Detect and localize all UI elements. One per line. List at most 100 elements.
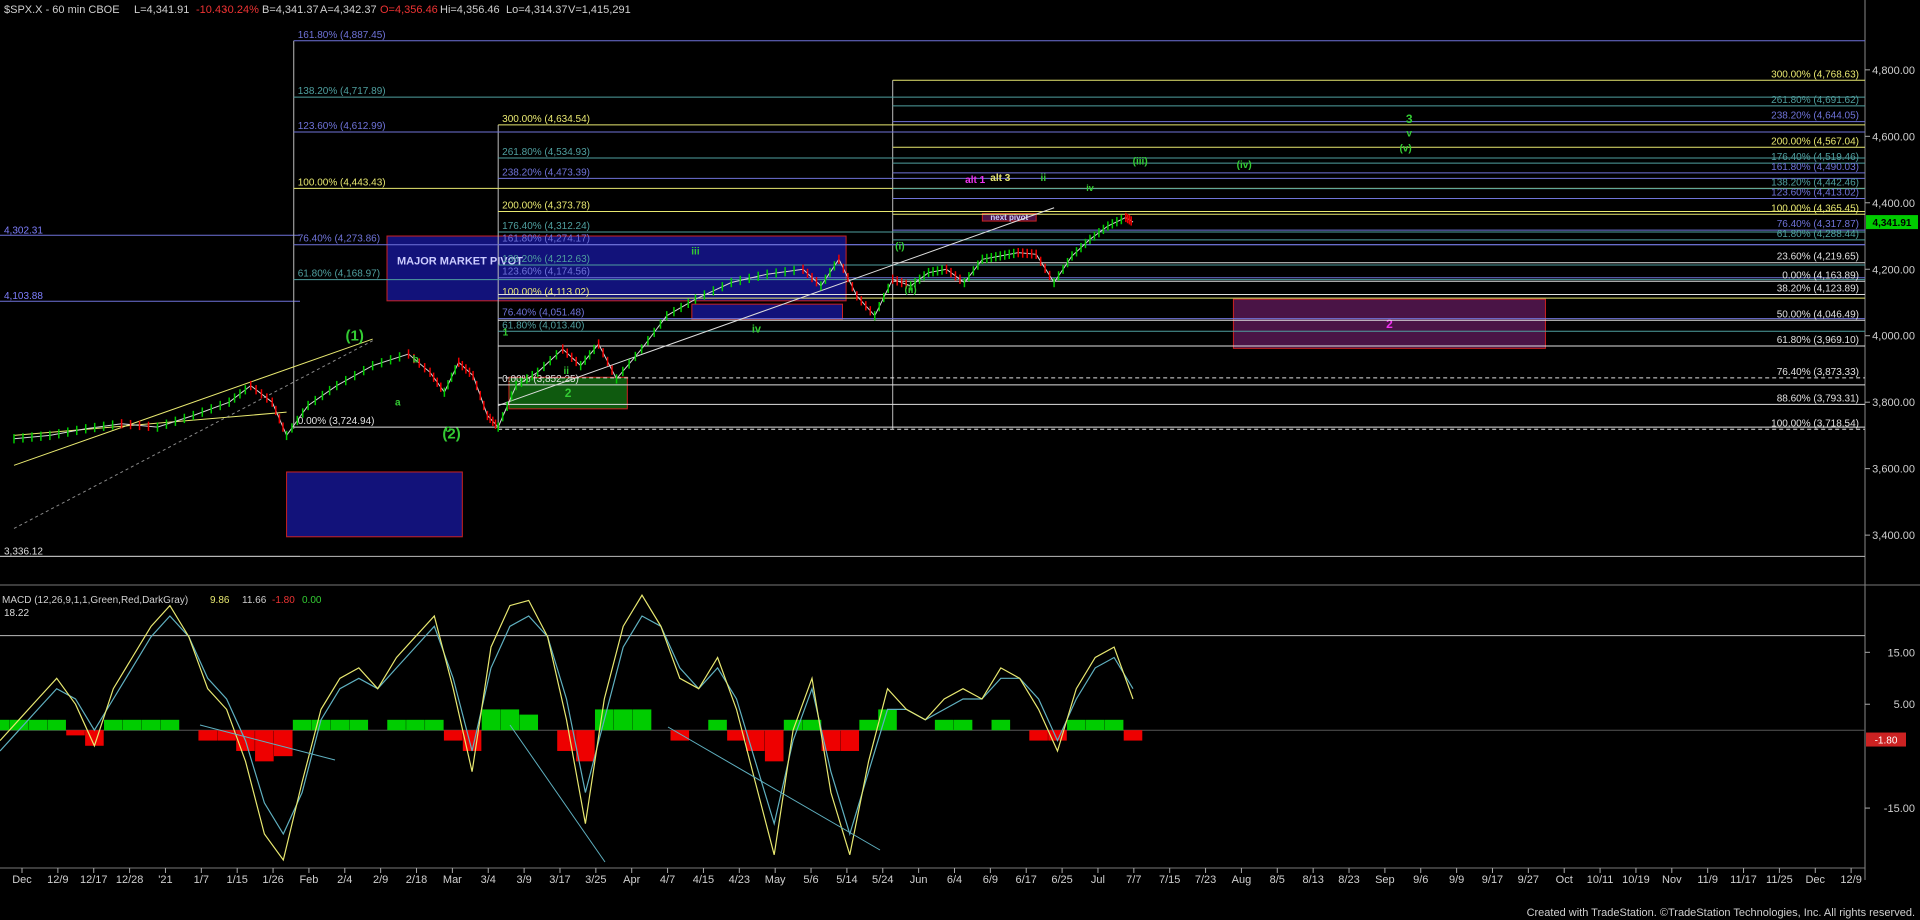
fib-label: 138.20% (4,212.63) bbox=[502, 254, 590, 265]
macd-hist-bar bbox=[141, 719, 161, 731]
x-tick-label: 3/17 bbox=[549, 874, 570, 886]
macd-hist-bar bbox=[576, 730, 595, 762]
x-tick-label: 12/9 bbox=[47, 874, 68, 886]
left-level-label: 4,302.31 bbox=[4, 225, 43, 236]
macd-hist-bar bbox=[47, 719, 66, 731]
wave-label: ii bbox=[1041, 173, 1047, 184]
macd-hist-bar bbox=[330, 719, 350, 731]
x-tick-label: 12/17 bbox=[80, 874, 108, 886]
symbol-label: $SPX.X - 60 min CBOE bbox=[4, 4, 120, 16]
macd-hist-bar bbox=[764, 730, 784, 762]
wave-label: 1 bbox=[503, 328, 509, 339]
y-tick-label: 4,000.00 bbox=[1872, 331, 1915, 343]
wave-label: (iii) bbox=[1133, 157, 1148, 168]
macd-hist-bar bbox=[292, 719, 312, 731]
x-tick-label: 4/23 bbox=[729, 874, 750, 886]
macd-hist-bar bbox=[122, 719, 142, 731]
x-tick-label: 9/9 bbox=[1449, 874, 1464, 886]
fib-label: 61.80% (4,013.40) bbox=[502, 320, 584, 331]
macd-hist-bar bbox=[273, 730, 293, 757]
macd-value: 11.66 bbox=[242, 595, 267, 606]
zone-box bbox=[691, 303, 843, 320]
macd-hist-bar bbox=[1029, 730, 1048, 741]
x-tick-label: 5/6 bbox=[803, 874, 818, 886]
x-tick-label: 6/9 bbox=[983, 874, 998, 886]
x-tick-label: Dec bbox=[1805, 874, 1825, 886]
x-tick-label: 1/7 bbox=[194, 874, 209, 886]
zone-box bbox=[386, 235, 847, 302]
macd-hist-bar bbox=[66, 730, 85, 736]
fib-label: 0.00% (3,724.94) bbox=[298, 416, 375, 427]
low-price: Lo=4,314.37 bbox=[506, 4, 567, 16]
x-tick-label: 8/5 bbox=[1270, 874, 1285, 886]
wave-label: (1) bbox=[346, 328, 364, 345]
x-tick-label: 5/14 bbox=[836, 874, 857, 886]
fib-label: 261.80% (4,691.62) bbox=[1771, 95, 1859, 106]
fib-label: 138.20% (4,717.89) bbox=[298, 86, 386, 97]
x-tick-label: Dec bbox=[12, 874, 32, 886]
wave-label: alt 1 bbox=[965, 175, 985, 186]
chart-background bbox=[0, 0, 1920, 920]
fib-label: 61.80% (3,969.10) bbox=[1777, 335, 1859, 346]
fib-label: 161.80% (4,490.03) bbox=[1771, 162, 1859, 173]
wave-label: 3 bbox=[1406, 112, 1413, 126]
macd-hist-bar bbox=[859, 719, 878, 731]
macd-value: 9.86 bbox=[210, 595, 230, 606]
x-tick-label: Nov bbox=[1662, 874, 1682, 886]
macd-hist-bar bbox=[519, 714, 539, 731]
fib-label: 100.00% (4,113.02) bbox=[502, 287, 589, 298]
macd-title: MACD (12,26,9,1,1,Green,Red,DarkGray) bbox=[2, 595, 188, 606]
fib-label: 238.20% (4,644.05) bbox=[1771, 111, 1859, 122]
x-tick-label: 6/4 bbox=[947, 874, 962, 886]
macd-hist-bar bbox=[1067, 719, 1086, 731]
macd-hist-bar bbox=[632, 709, 652, 731]
x-tick-label: 12/28 bbox=[116, 874, 144, 886]
macd-current-label: -1.80 bbox=[1875, 736, 1898, 747]
macd-hist-bar bbox=[840, 730, 860, 751]
x-tick-label: Jul bbox=[1091, 874, 1105, 886]
open-price: O=4,356.46 bbox=[380, 4, 438, 16]
macd-hist-bar bbox=[104, 719, 123, 731]
macd-hist-bar bbox=[708, 719, 727, 731]
y-tick-label: 4,200.00 bbox=[1872, 264, 1915, 276]
macd-hist-bar bbox=[387, 719, 406, 731]
macd-left-value: 18.22 bbox=[4, 608, 29, 619]
footer-credit: Created with TradeStation. ©TradeStation… bbox=[1527, 907, 1915, 919]
fib-label: 300.00% (4,634.54) bbox=[502, 114, 590, 125]
volume: V=1,415,291 bbox=[568, 4, 631, 16]
x-tick-label: 2/18 bbox=[406, 874, 427, 886]
fib-label: 50.00% (4,046.49) bbox=[1777, 309, 1859, 320]
fib-label: 123.60% (4,413.02) bbox=[1771, 187, 1859, 198]
fib-label: 88.60% (3,793.31) bbox=[1777, 393, 1859, 404]
macd-value: -1.80 bbox=[272, 595, 295, 606]
macd-hist-bar bbox=[9, 719, 29, 731]
macd-hist-bar bbox=[1104, 719, 1124, 731]
wave-label: a bbox=[395, 398, 401, 409]
fib-label: 261.80% (4,534.93) bbox=[502, 147, 590, 158]
fib-label: 0.00% (4,163.89) bbox=[1782, 270, 1859, 281]
x-tick-label: 3/9 bbox=[516, 874, 531, 886]
last-price: L=4,341.91 bbox=[134, 4, 189, 16]
macd-hist-bar bbox=[500, 709, 520, 731]
macd-hist-bar bbox=[1085, 719, 1105, 731]
x-tick-label: 5/24 bbox=[872, 874, 893, 886]
x-tick-label: 3/25 bbox=[585, 874, 606, 886]
x-tick-label: 7/15 bbox=[1159, 874, 1180, 886]
price-chart[interactable]: $SPX.X - 60 min CBOE L=4,341.91 -10.43 -… bbox=[0, 0, 1920, 920]
wave-label: iv bbox=[1086, 183, 1094, 193]
x-tick-label: 7/23 bbox=[1195, 874, 1216, 886]
price-change: -10.43 bbox=[196, 4, 227, 16]
fib-label: 76.40% (4,051.48) bbox=[502, 308, 584, 319]
fib-label: 176.40% (4,312.24) bbox=[502, 221, 590, 232]
x-tick-label: Feb bbox=[299, 874, 318, 886]
wave-label: v bbox=[1406, 128, 1412, 139]
wave-label: (i) bbox=[895, 241, 904, 252]
x-tick-label: 7/7 bbox=[1126, 874, 1141, 886]
x-tick-label: 9/17 bbox=[1482, 874, 1503, 886]
fib-label: 161.80% (4,887.45) bbox=[298, 30, 386, 41]
zone-box-label: 2 bbox=[565, 386, 572, 400]
fib-label: 123.60% (4,174.56) bbox=[502, 267, 590, 278]
macd-hist-bar bbox=[406, 719, 425, 731]
x-tick-label: 11/9 bbox=[1697, 874, 1718, 886]
macd-hist-bar bbox=[934, 719, 954, 731]
